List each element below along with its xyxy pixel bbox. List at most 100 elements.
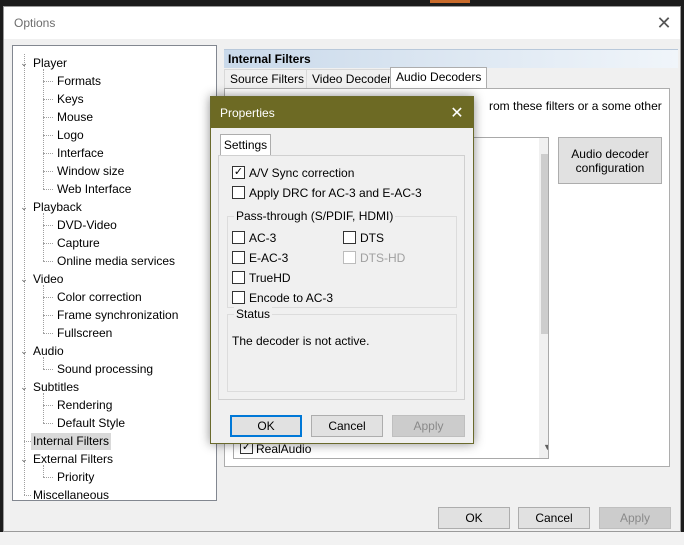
dts-checkbox[interactable] xyxy=(343,231,356,244)
tree-connector xyxy=(43,99,53,100)
passthrough-group: Pass-through (S/PDIF, HDMI) AC-3 DTS E-A… xyxy=(227,209,457,308)
tree-connector xyxy=(43,261,53,262)
ok-button[interactable]: OK xyxy=(438,507,510,529)
tree-item-miscellaneous[interactable]: Miscellaneous xyxy=(31,487,111,504)
dts-label: DTS xyxy=(360,231,384,245)
tree-connector xyxy=(43,333,53,334)
tree-item-priority[interactable]: Priority xyxy=(55,469,96,486)
tree-connector xyxy=(43,225,53,226)
ac3-label: AC-3 xyxy=(249,231,277,245)
options-window-title: Options xyxy=(14,16,56,30)
tree-item-sound-processing[interactable]: Sound processing xyxy=(55,361,155,378)
ac3-checkbox[interactable] xyxy=(232,231,245,244)
tree-item-keys[interactable]: Keys xyxy=(55,91,86,108)
tree-item-rendering[interactable]: Rendering xyxy=(55,397,114,414)
tree-item-formats[interactable]: Formats xyxy=(55,73,103,90)
tree-connector xyxy=(43,117,53,118)
passthrough-title: Pass-through (S/PDIF, HDMI) xyxy=(234,209,396,223)
tree-connector xyxy=(43,213,44,261)
options-titlebar: Options ✕ xyxy=(4,7,680,39)
tree-connector xyxy=(43,465,44,477)
tree-item-online-media-services[interactable]: Online media services xyxy=(55,253,177,270)
eac3-label: E-AC-3 xyxy=(249,251,289,265)
tree-item-dvd-video[interactable]: DVD-Video xyxy=(55,217,119,234)
tree-item-window-size[interactable]: Window size xyxy=(55,163,126,180)
page-header: Internal Filters xyxy=(224,49,678,68)
scroll-thumb[interactable] xyxy=(541,154,548,334)
tree-item-video[interactable]: Video xyxy=(31,271,65,288)
tree-connector xyxy=(43,135,53,136)
tree-connector xyxy=(43,477,53,478)
tree-item-internal-filters[interactable]: Internal Filters xyxy=(31,433,112,450)
status-text: The decoder is not active. xyxy=(232,334,370,348)
tab-audio-decoders[interactable]: Audio Decoders xyxy=(390,67,488,89)
dtshd-label: DTS-HD xyxy=(360,251,406,265)
panel-description: rom these filters or a some other xyxy=(489,99,662,113)
apply-button[interactable]: Apply xyxy=(599,507,671,529)
tree-connector xyxy=(43,189,53,190)
apply-drc-label: Apply DRC for AC-3 and E-AC-3 xyxy=(249,186,422,200)
eac3-checkbox[interactable] xyxy=(232,251,245,264)
tree-connector xyxy=(43,369,53,370)
tree-item-audio[interactable]: Audio xyxy=(31,343,66,360)
tree-item-default-style[interactable]: Default Style xyxy=(55,415,127,432)
close-icon[interactable]: ✕ xyxy=(650,9,678,37)
encode-ac3-label: Encode to AC-3 xyxy=(249,291,334,305)
properties-dialog: Properties ✕ Settings ✓ A/V Sync correct… xyxy=(210,96,474,444)
properties-cancel-button[interactable]: Cancel xyxy=(311,415,383,437)
tree-item-subtitles[interactable]: Subtitles xyxy=(31,379,81,396)
tree-item-player[interactable]: Player xyxy=(31,55,69,72)
av-sync-label: A/V Sync correction xyxy=(249,166,355,180)
tab-video-decoders[interactable]: Video Decoders xyxy=(306,69,404,89)
properties-title: Properties xyxy=(220,106,275,120)
apply-drc-checkbox[interactable] xyxy=(232,186,245,199)
audio-decoder-configuration-button[interactable]: Audio decoder configuration xyxy=(558,137,662,184)
page-title: Internal Filters xyxy=(228,52,311,66)
tree-item-interface[interactable]: Interface xyxy=(55,145,106,162)
tree-item-logo[interactable]: Logo xyxy=(55,127,86,144)
background-strip xyxy=(0,532,684,545)
tree-connector xyxy=(43,171,53,172)
tree-connector xyxy=(43,297,53,298)
tree-connector xyxy=(43,285,44,333)
dtshd-checkbox xyxy=(343,251,356,264)
encode-ac3-checkbox[interactable] xyxy=(232,291,245,304)
tab-source-filters[interactable]: Source Filters xyxy=(224,69,311,89)
tree-connector xyxy=(43,153,53,154)
tree-item-web-interface[interactable]: Web Interface xyxy=(55,181,133,198)
truehd-checkbox[interactable] xyxy=(232,271,245,284)
tree-connector xyxy=(24,495,31,496)
background-accent xyxy=(430,0,470,3)
tree-connector xyxy=(43,315,53,316)
tree-item-playback[interactable]: Playback xyxy=(31,199,84,216)
settings-panel: ✓ A/V Sync correction Apply DRC for AC-3… xyxy=(218,155,465,400)
properties-titlebar: Properties ✕ xyxy=(211,97,473,128)
list-scrollbar[interactable]: ▼ xyxy=(539,138,548,458)
av-sync-checkbox[interactable]: ✓ xyxy=(232,166,245,179)
tree-item-frame-synchronization[interactable]: Frame synchronization xyxy=(55,307,180,324)
tree-connector xyxy=(43,81,53,82)
close-icon[interactable]: ✕ xyxy=(443,98,471,127)
tree-connector xyxy=(43,405,53,406)
realaudio-label: RealAudio xyxy=(256,442,312,456)
options-tree: ⌄ Player Formats Keys Mouse Logo Interface Wind… xyxy=(12,45,217,504)
tree-connector xyxy=(43,357,44,369)
tree-connector xyxy=(43,423,53,424)
tree-connector xyxy=(43,69,44,189)
tree-item-fullscreen[interactable]: Fullscreen xyxy=(55,325,114,342)
tree-item-mouse[interactable]: Mouse xyxy=(55,109,95,126)
tree-item-color-correction[interactable]: Color correction xyxy=(55,289,144,306)
status-title: Status xyxy=(234,307,273,321)
scroll-down-arrow-icon[interactable]: ▼ xyxy=(541,442,548,456)
properties-apply-button[interactable]: Apply xyxy=(392,415,465,437)
properties-ok-button[interactable]: OK xyxy=(230,415,302,437)
tree-connector xyxy=(24,441,31,442)
tab-settings[interactable]: Settings xyxy=(220,134,271,156)
tree-connector xyxy=(24,54,25,495)
tree-item-capture[interactable]: Capture xyxy=(55,235,102,252)
status-group: Status The decoder is not active. xyxy=(227,307,457,392)
tree-connector xyxy=(43,243,53,244)
tree-connector xyxy=(43,393,44,423)
cancel-button[interactable]: Cancel xyxy=(518,507,590,529)
truehd-label: TrueHD xyxy=(249,271,291,285)
